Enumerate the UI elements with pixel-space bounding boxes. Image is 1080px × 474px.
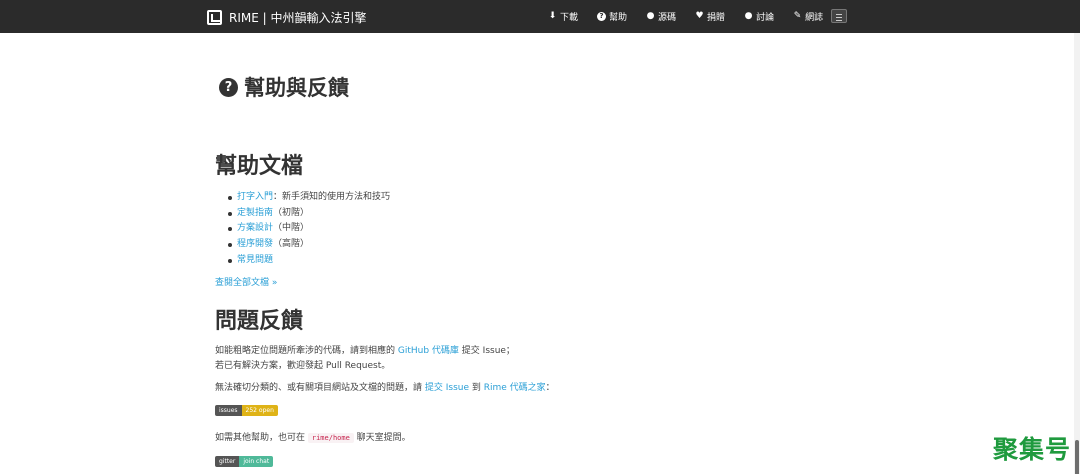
- nav-blog-label: 網誌: [805, 13, 824, 23]
- badge-label: gitter: [215, 456, 240, 467]
- feedback-text: 如能粗略定位問題所牽涉的代碼，請到相應的: [215, 346, 398, 356]
- doc-note: （高階）: [273, 239, 310, 250]
- doc-link-customization[interactable]: 定製指南: [237, 208, 273, 218]
- brand-link[interactable]: RIME | 中州韻輸入法引擎: [207, 8, 367, 26]
- feedback-paragraph-2: 無法確切分類的、或有關項目網站及文檔的問題，請 提交 Issue 到 Rime …: [215, 381, 555, 396]
- help-docs-list: 打字入門：新手須知的使用方法和技巧 定製指南（初階） 方案設計（中階） 程序開發…: [227, 190, 390, 269]
- scrollbar-thumb[interactable]: [1075, 440, 1079, 474]
- download-icon: ⬇: [548, 11, 557, 21]
- github-icon: ●: [646, 11, 655, 21]
- nav-discuss-label: 討論: [756, 13, 775, 23]
- all-docs-link[interactable]: 查閱全部文檔 »: [215, 275, 277, 288]
- chatroom-code: rime/home: [307, 433, 354, 443]
- badge-value: 252 open: [241, 405, 278, 416]
- question-icon: ?: [597, 12, 607, 21]
- nav-help-label: 幫助: [609, 13, 628, 23]
- nav-discuss[interactable]: ● 討論: [744, 10, 775, 24]
- badge-value: join chat: [239, 456, 274, 467]
- doc-link-schema-design[interactable]: 方案設計: [237, 223, 273, 233]
- feedback-text: 如需其他幫助，也可在: [215, 433, 308, 443]
- doc-link-faq[interactable]: 常見問題: [237, 255, 273, 265]
- doc-note: ：新手須知的使用方法和技巧: [273, 192, 391, 202]
- nav-download-label: 下載: [560, 13, 579, 23]
- top-navbar: RIME | 中州韻輸入法引擎 ⬇ 下載 ? 幫助 ● 源碼 ♥ 捐贈 ● 討論…: [0, 0, 1080, 33]
- feedback-paragraph-3: 如需其他幫助，也可在 rime/home 聊天室提問。: [215, 431, 411, 446]
- page-scrollbar[interactable]: [1074, 33, 1080, 474]
- menu-toggle-button[interactable]: [831, 9, 847, 23]
- rime-home-link[interactable]: Rime 代碼之家: [484, 383, 546, 393]
- nav-donate[interactable]: ♥ 捐贈: [695, 10, 726, 24]
- nav-source[interactable]: ● 源碼: [646, 10, 677, 24]
- doc-link-development[interactable]: 程序開發: [237, 239, 273, 249]
- comments-icon: ●: [744, 11, 753, 21]
- nav-download[interactable]: ⬇ 下載: [548, 10, 579, 24]
- feedback-text: 提交 Issue；: [458, 346, 515, 356]
- nav-help[interactable]: ? 幫助: [597, 10, 627, 23]
- list-item: 常見問題: [227, 253, 390, 269]
- feedback-text: 到: [469, 383, 484, 393]
- page-title: 幫助與反饋: [244, 76, 349, 100]
- edit-icon: ✎: [793, 11, 802, 21]
- github-repo-link[interactable]: GitHub 代碼庫: [398, 346, 459, 356]
- nav-source-label: 源碼: [658, 13, 677, 23]
- gitter-badge[interactable]: gitter join chat: [215, 456, 274, 467]
- feedback-text: ：: [545, 383, 555, 393]
- question-circle-icon: ?: [219, 77, 238, 97]
- feedback-text: 無法確切分類的、或有關項目網站及文檔的問題，請: [215, 383, 425, 393]
- feedback-text: 若已有解決方案，歡迎發起 Pull Request。: [215, 361, 391, 371]
- rime-logo-icon: [207, 9, 222, 25]
- brand-title: RIME | 中州韻輸入法引擎: [229, 10, 367, 25]
- feedback-text: 聊天室提問。: [353, 433, 411, 443]
- watermark-text: 聚集号: [993, 435, 1072, 464]
- help-docs-heading: 幫助文檔: [215, 154, 304, 179]
- page-header: ? 幫助與反饋: [219, 72, 349, 102]
- feedback-paragraph-1: 如能粗略定位問題所牽涉的代碼，請到相應的 GitHub 代碼庫 提交 Issue…: [215, 344, 515, 374]
- feedback-heading: 問題反饋: [215, 309, 304, 334]
- doc-note: （中階）: [273, 223, 310, 234]
- list-item: 程序開發（高階）: [227, 237, 390, 253]
- list-item: 打字入門：新手須知的使用方法和技巧: [227, 190, 390, 206]
- submit-issue-link[interactable]: 提交 Issue: [425, 383, 469, 393]
- badge-label: issues: [215, 405, 242, 416]
- nav-blog[interactable]: ✎ 網誌: [793, 10, 824, 24]
- main-nav: ⬇ 下載 ? 幫助 ● 源碼 ♥ 捐贈 ● 討論 ✎ 網誌: [548, 10, 842, 24]
- doc-note: （初階）: [273, 207, 310, 218]
- list-item: 定製指南（初階）: [227, 206, 390, 222]
- list-item: 方案設計（中階）: [227, 221, 390, 237]
- heart-icon: ♥: [695, 11, 704, 21]
- nav-donate-label: 捐贈: [707, 13, 726, 23]
- doc-link-getting-started[interactable]: 打字入門: [237, 192, 273, 202]
- hamburger-icon: [836, 14, 842, 15]
- issues-badge[interactable]: issues 252 open: [215, 405, 278, 416]
